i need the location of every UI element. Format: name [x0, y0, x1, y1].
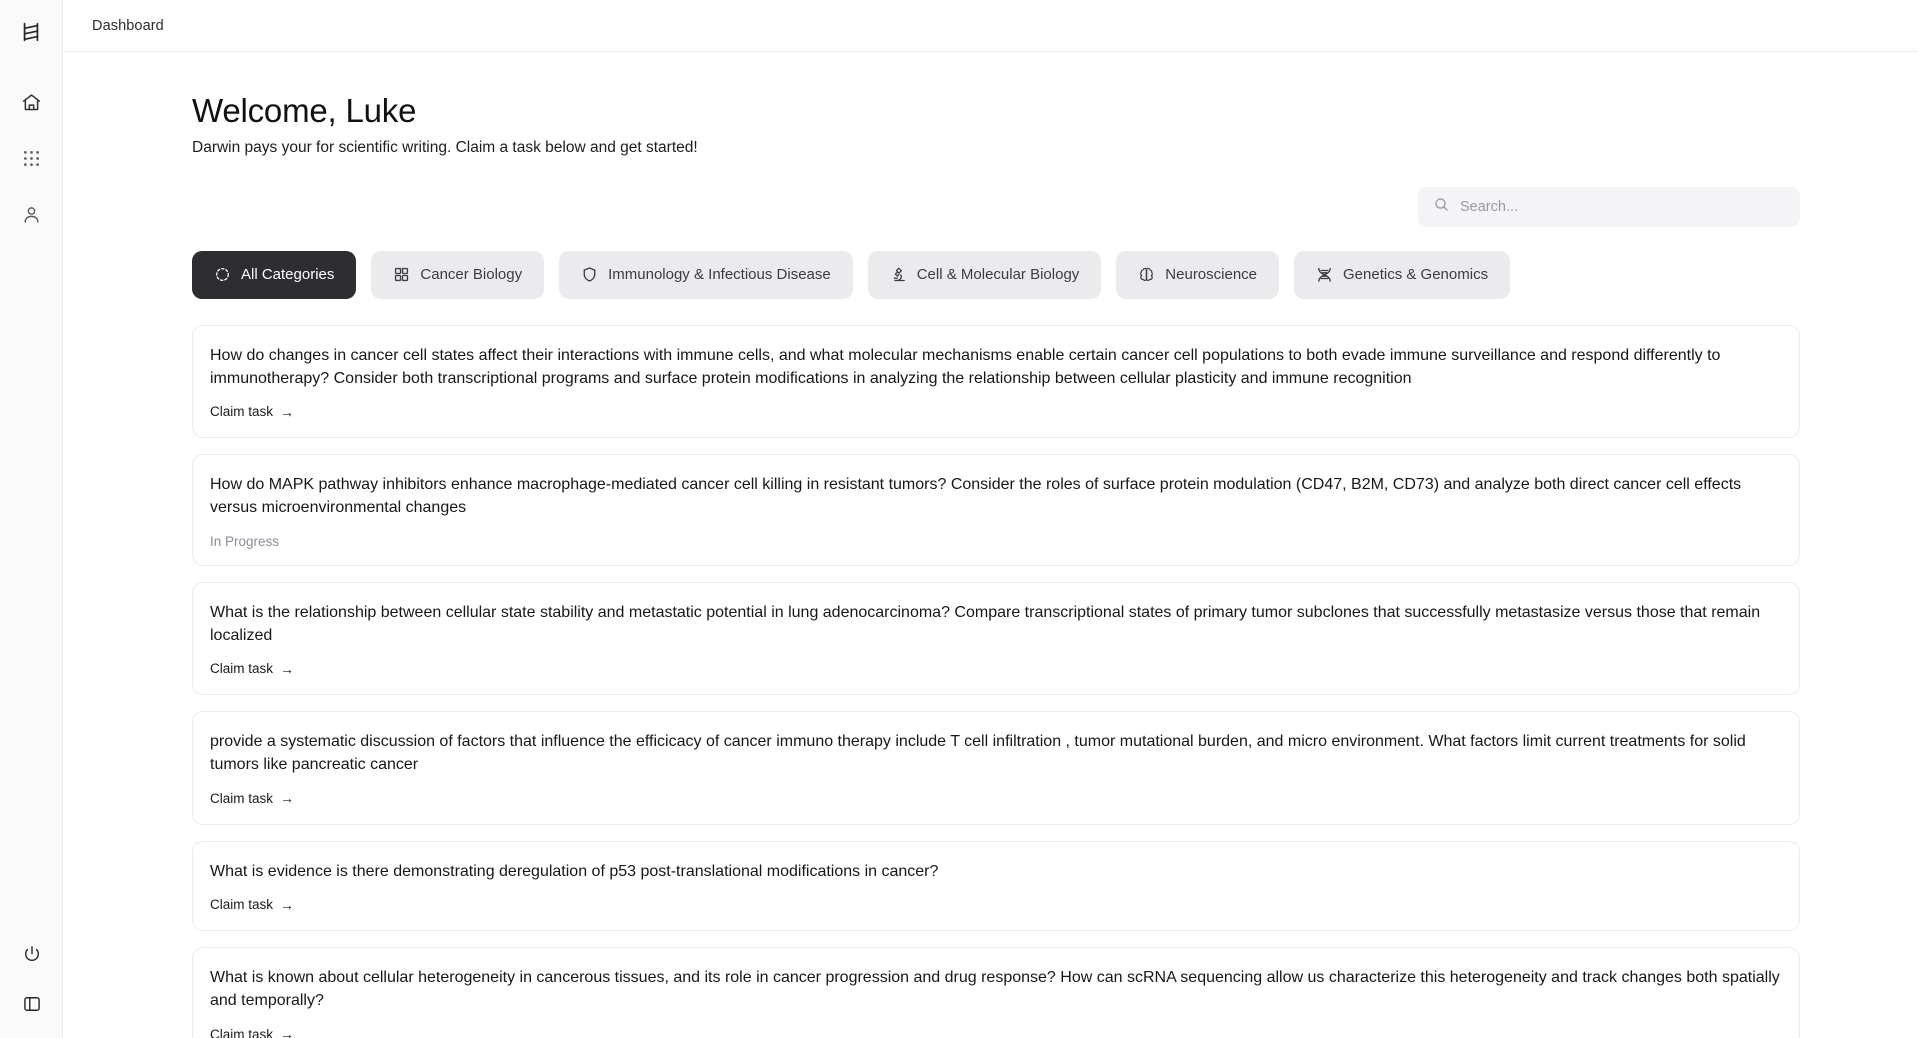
claim-task-label: Claim task: [210, 404, 274, 420]
task-list: How do changes in cancer cell states aff…: [192, 324, 1844, 1038]
tab-label: Cell & Molecular Biology: [916, 266, 1080, 284]
task-text: How do changes in cancer cell states aff…: [210, 346, 1721, 387]
arrow-right-icon: →: [280, 790, 295, 807]
task-text: What is known about cellular heterogenei…: [210, 969, 1780, 1010]
sidebar-item-apps[interactable]: [11, 138, 51, 178]
tab-label: Neuroscience: [1165, 266, 1258, 284]
shield-icon: [581, 266, 598, 283]
tab-neuroscience[interactable]: Neuroscience: [1116, 250, 1280, 299]
category-tabs: All Categories Cancer Biology Immunology…: [192, 250, 1844, 299]
dashed-circle-icon: [214, 266, 231, 283]
sidebar: [0, 0, 63, 1038]
task-card[interactable]: What is the relationship between cellula…: [192, 581, 1800, 696]
search-row: [192, 186, 1844, 227]
search-box[interactable]: [1418, 186, 1800, 227]
task-card[interactable]: provide a systematic discussion of facto…: [192, 711, 1800, 825]
page-subtitle: Darwin pays your for scientific writing.…: [192, 138, 698, 156]
tab-immunology-infectious-disease[interactable]: Immunology & Infectious Disease: [559, 250, 853, 299]
claim-task-label: Claim task: [210, 1026, 274, 1038]
grid-squares-icon: [393, 266, 410, 283]
search-input[interactable]: [1460, 187, 1785, 226]
tab-cancer-biology[interactable]: Cancer Biology: [371, 250, 545, 299]
claim-task-label: Claim task: [210, 661, 274, 677]
arrow-right-icon: →: [280, 660, 295, 677]
claim-task-button[interactable]: Claim task →: [210, 661, 294, 676]
status-badge: In Progress: [210, 533, 280, 549]
page-title: Welcome, Luke: [192, 92, 417, 129]
sidebar-item-profile[interactable]: [11, 194, 51, 234]
topbar: Dashboard: [63, 0, 1918, 52]
main-area: Dashboard Welcome, Luke Darwin pays your…: [63, 0, 1918, 1038]
task-text: How do MAPK pathway inhibitors enhance m…: [210, 476, 1742, 517]
app-root: Dashboard Welcome, Luke Darwin pays your…: [0, 0, 1918, 1038]
claim-task-button[interactable]: Claim task →: [210, 404, 294, 419]
page-content: Welcome, Luke Darwin pays your for scien…: [63, 52, 1918, 1038]
tab-genetics-genomics[interactable]: Genetics & Genomics: [1294, 250, 1511, 299]
arrow-right-icon: →: [280, 403, 295, 420]
task-card[interactable]: How do MAPK pathway inhibitors enhance m…: [192, 454, 1800, 566]
arrow-right-icon: →: [280, 1026, 295, 1038]
claim-task-button[interactable]: Claim task →: [210, 1027, 294, 1038]
sidebar-item-power[interactable]: [12, 934, 52, 974]
claim-task-label: Claim task: [210, 897, 274, 913]
tab-label: Immunology & Infectious Disease: [608, 266, 831, 284]
claim-task-label: Claim task: [210, 790, 274, 806]
sidebar-nav: [11, 82, 51, 234]
brain-icon: [1138, 266, 1155, 283]
task-card[interactable]: What is evidence is there demonstrating …: [192, 840, 1800, 932]
task-text: What is the relationship between cellula…: [210, 603, 1761, 644]
task-text: provide a systematic discussion of facto…: [210, 733, 1746, 773]
tab-label: Cancer Biology: [420, 266, 523, 284]
sidebar-item-panel-toggle[interactable]: [12, 984, 52, 1024]
claim-task-button[interactable]: Claim task →: [210, 791, 294, 806]
task-card[interactable]: How do changes in cancer cell states aff…: [192, 324, 1800, 439]
darwin-logo-icon[interactable]: [11, 12, 51, 52]
sidebar-item-home[interactable]: [11, 82, 51, 122]
tab-all-categories[interactable]: All Categories: [192, 250, 357, 299]
arrow-right-icon: →: [280, 896, 295, 913]
task-text: What is evidence is there demonstrating …: [210, 862, 939, 880]
dna-icon: [1316, 266, 1333, 283]
claim-task-button[interactable]: Claim task →: [210, 897, 294, 912]
sidebar-bottom: [0, 934, 63, 1024]
tab-label: Genetics & Genomics: [1343, 266, 1489, 284]
search-icon: [1433, 196, 1450, 218]
tab-label: All Categories: [241, 266, 335, 284]
task-card[interactable]: What is known about cellular heterogenei…: [192, 947, 1800, 1038]
microscope-icon: [890, 266, 907, 283]
breadcrumb[interactable]: Dashboard: [92, 18, 164, 34]
tab-cell-molecular-biology[interactable]: Cell & Molecular Biology: [867, 250, 1102, 299]
